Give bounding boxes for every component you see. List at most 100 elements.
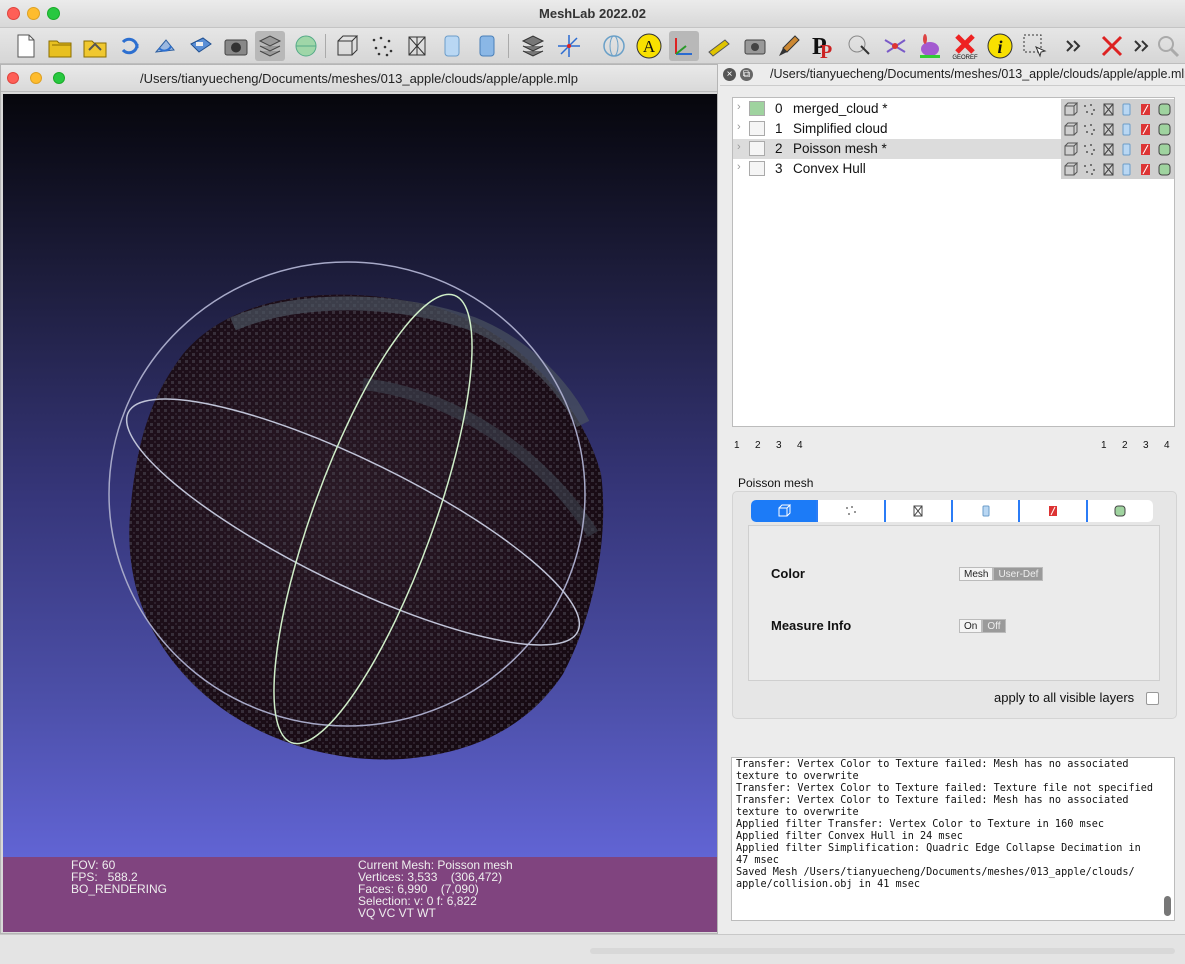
points-toggle-icon[interactable] xyxy=(1080,139,1099,159)
layer-row[interactable]: › 0 merged_cloud * xyxy=(733,99,1174,119)
texture-toggle-icon[interactable] xyxy=(1136,139,1155,159)
wire-toggle-icon[interactable] xyxy=(1099,139,1118,159)
select-icon[interactable] xyxy=(1020,31,1050,61)
points-icon[interactable] xyxy=(367,31,397,61)
log-console[interactable]: Transfer: Vertex Color to Texture failed… xyxy=(731,757,1175,921)
fill-toggle-icon[interactable] xyxy=(1117,119,1136,139)
wire-toggle-icon[interactable] xyxy=(1099,99,1118,119)
expand-caret-icon[interactable]: › xyxy=(737,121,741,133)
save-icon[interactable] xyxy=(186,31,216,61)
panel-float-icon[interactable]: ⧉ xyxy=(740,68,753,81)
measure-option-on[interactable]: On xyxy=(959,619,983,633)
more-icon-2[interactable] xyxy=(1126,31,1156,61)
pager-left: 1234 xyxy=(734,440,818,451)
points-toggle-icon[interactable] xyxy=(1080,159,1099,179)
wire-toggle-icon[interactable] xyxy=(1099,159,1118,179)
raster-icon[interactable] xyxy=(291,31,321,61)
points-toggle-icon[interactable] xyxy=(1080,119,1099,139)
pager-link[interactable]: 3 xyxy=(1143,440,1164,451)
layers-icon[interactable] xyxy=(255,31,285,61)
tab-wire[interactable] xyxy=(883,500,951,522)
3d-viewport[interactable]: FOV: 60 FPS: 588.2 BO_RENDERING Current … xyxy=(3,94,717,932)
eye-icon[interactable] xyxy=(749,121,765,136)
raster-alignment-icon[interactable] xyxy=(740,31,770,61)
expand-caret-icon[interactable]: › xyxy=(737,141,741,153)
search-icon[interactable] xyxy=(1153,31,1183,61)
paint-icon[interactable] xyxy=(774,31,804,61)
apply-all-checkbox[interactable] xyxy=(1146,692,1159,705)
smooth-icon[interactable] xyxy=(472,31,502,61)
measure-option-off[interactable]: Off xyxy=(982,619,1006,633)
texture-toggle-icon[interactable] xyxy=(1136,119,1155,139)
bbox-toggle-icon[interactable] xyxy=(1061,159,1080,179)
info-icon[interactable]: i xyxy=(985,31,1015,61)
pager-link[interactable]: 2 xyxy=(1122,440,1143,451)
expand-caret-icon[interactable]: › xyxy=(737,101,741,113)
eye-icon[interactable] xyxy=(749,161,765,176)
texture-icon[interactable] xyxy=(518,31,548,61)
reload-icon[interactable] xyxy=(115,31,145,61)
layer-row-selected[interactable]: › 2 Poisson mesh * xyxy=(733,139,1174,159)
measure-toggle: On Off xyxy=(959,619,1006,633)
color-option-mesh[interactable]: Mesh xyxy=(959,567,994,581)
tab-texture[interactable] xyxy=(1018,500,1085,522)
eye-icon[interactable] xyxy=(749,101,765,116)
expand-caret-icon[interactable]: › xyxy=(737,161,741,173)
pager-link[interactable]: 1 xyxy=(1101,440,1122,451)
import-mesh-icon[interactable] xyxy=(80,31,110,61)
tab-fill[interactable] xyxy=(950,500,1018,522)
decorator-toggle-icon[interactable] xyxy=(1155,99,1174,119)
pickpoints-icon[interactable]: PP xyxy=(809,31,839,61)
pager-link[interactable]: 1 xyxy=(734,440,755,451)
apply-all-label: apply to all visible layers xyxy=(994,690,1135,705)
bbox-toggle-icon[interactable] xyxy=(1061,99,1080,119)
decorator-toggle-icon[interactable] xyxy=(1155,119,1174,139)
bbox-toggle-icon[interactable] xyxy=(1061,139,1080,159)
decorator-toggle-icon[interactable] xyxy=(1155,139,1174,159)
new-project-icon[interactable] xyxy=(11,31,41,61)
layer-name: Poisson mesh * xyxy=(793,141,887,156)
wire-toggle-icon[interactable] xyxy=(1099,119,1118,139)
tab-content: Color Mesh User-Def Measure Info On Off xyxy=(748,525,1160,681)
pager-link[interactable]: 3 xyxy=(776,440,797,451)
snapshot-icon[interactable] xyxy=(221,31,251,61)
pager-link[interactable]: 4 xyxy=(797,440,818,451)
bunny-icon[interactable] xyxy=(915,31,945,61)
reload-all-icon[interactable] xyxy=(150,31,180,61)
fill-toggle-icon[interactable] xyxy=(1117,159,1136,179)
layer-row[interactable]: › 1 Simplified cloud xyxy=(733,119,1174,139)
align-icon[interactable] xyxy=(880,31,910,61)
flat-icon[interactable] xyxy=(437,31,467,61)
globe-icon[interactable] xyxy=(599,31,629,61)
select-vertices-icon[interactable] xyxy=(844,31,874,61)
fill-toggle-icon[interactable] xyxy=(1117,139,1136,159)
texture-toggle-icon[interactable] xyxy=(1136,159,1155,179)
texture-toggle-icon[interactable] xyxy=(1136,99,1155,119)
points-toggle-icon[interactable] xyxy=(1080,99,1099,119)
tab-bbox[interactable] xyxy=(751,500,817,522)
log-line: Applied filter Convex Hull in 24 msec xyxy=(736,831,963,842)
log-scrollbar[interactable] xyxy=(1164,896,1171,916)
bbox-toggle-icon[interactable] xyxy=(1061,119,1080,139)
color-option-userdef[interactable]: User-Def xyxy=(993,567,1044,581)
more-icon[interactable] xyxy=(1058,31,1088,61)
properties-box: Color Mesh User-Def Measure Info On Off xyxy=(732,491,1177,719)
delete-icon[interactable] xyxy=(1097,31,1127,61)
eye-icon[interactable] xyxy=(749,141,765,156)
decorator-toggle-icon[interactable] xyxy=(1155,159,1174,179)
trackball-icon[interactable] xyxy=(554,31,584,61)
pager-link[interactable]: 4 xyxy=(1164,440,1185,451)
measure-icon[interactable] xyxy=(704,31,734,61)
wireframe-icon[interactable] xyxy=(402,31,432,61)
fill-toggle-icon[interactable] xyxy=(1117,99,1136,119)
georef-icon[interactable]: GEOREF xyxy=(950,31,980,61)
open-project-icon[interactable] xyxy=(45,31,75,61)
tab-points[interactable] xyxy=(816,500,883,522)
panel-close-icon[interactable]: × xyxy=(723,68,736,81)
layer-row[interactable]: › 3 Convex Hull xyxy=(733,159,1174,179)
bounding-box-icon[interactable] xyxy=(332,31,362,61)
annotate-icon[interactable]: A xyxy=(634,31,664,61)
pager-link[interactable]: 2 xyxy=(755,440,776,451)
axes-icon[interactable] xyxy=(669,31,699,61)
tab-decorator[interactable] xyxy=(1085,500,1153,522)
